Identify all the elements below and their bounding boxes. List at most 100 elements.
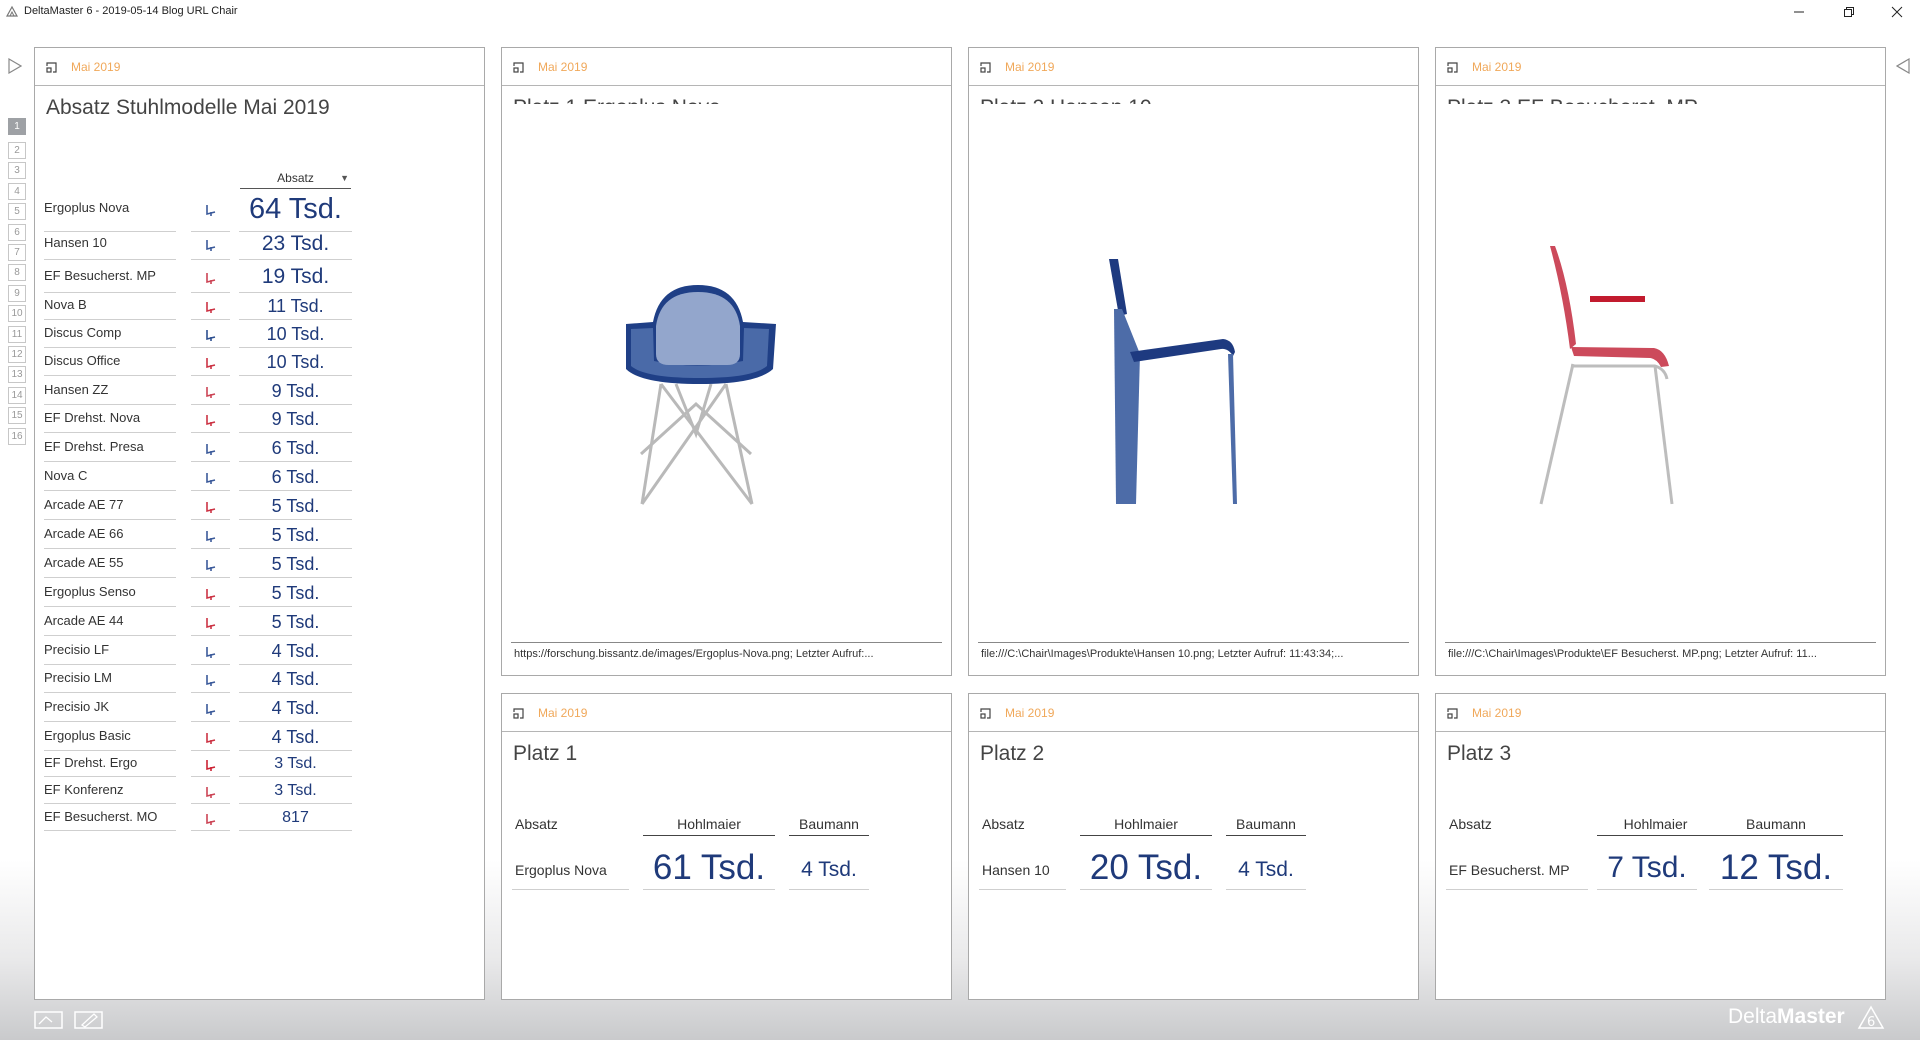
page-tab-10[interactable]: 10	[8, 305, 26, 323]
column-header-hohlmaier[interactable]: Hohlmaier	[1597, 816, 1714, 836]
product-name: Arcade AE 77	[44, 494, 176, 520]
expand-right-arrow-icon[interactable]	[1896, 58, 1910, 74]
hohlmaier-value: 20 Tsd.	[1080, 848, 1212, 890]
product-name: Hansen ZZ	[44, 379, 176, 405]
product-name: Ergoplus Nova	[44, 188, 176, 232]
absatz-value: 10 Tsd.	[239, 350, 352, 376]
expand-view-icon[interactable]	[513, 62, 524, 73]
absatz-value: 3 Tsd.	[239, 753, 352, 777]
page-tab-11[interactable]: 11	[8, 325, 26, 343]
panel-header: Mai 2019	[1436, 694, 1885, 732]
panel-title: Platz 1	[513, 742, 578, 765]
restore-button[interactable]	[1826, 0, 1872, 24]
absatz-value: 3 Tsd.	[239, 780, 352, 804]
product-name: Precisio LF	[44, 639, 176, 665]
page-tab-12[interactable]: 12	[8, 346, 26, 363]
chair-thumbnail-icon	[191, 322, 230, 348]
product-name: EF Besucherst. MP	[1446, 856, 1588, 890]
chair-thumbnail-icon	[191, 610, 230, 636]
product-name: Arcade AE 66	[44, 523, 176, 549]
minimize-button[interactable]	[1776, 0, 1822, 24]
page-tab-15[interactable]: 15	[8, 407, 26, 425]
page-tab-6[interactable]: 6	[8, 223, 26, 241]
column-header-baumann[interactable]: Baumann	[1709, 816, 1843, 836]
expand-view-icon[interactable]	[46, 62, 57, 73]
panel-title: Absatz Stuhlmodelle Mai 2019	[46, 96, 330, 119]
page-tab-2[interactable]: 2	[8, 142, 26, 159]
expand-view-icon[interactable]	[980, 62, 991, 73]
absatz-value: 4 Tsd.	[239, 667, 352, 693]
chair-thumbnail-icon	[191, 639, 230, 665]
expand-view-icon[interactable]	[1447, 708, 1458, 719]
expand-view-icon[interactable]	[513, 708, 524, 719]
chair-thumbnail-icon	[191, 523, 230, 549]
page-tab-13[interactable]: 13	[8, 366, 26, 384]
place-2-compare-panel: Mai 2019 Platz 2 Absatz Hohlmaier Bauman…	[968, 693, 1419, 1000]
period-label: Mai 2019	[71, 60, 121, 74]
absatz-value: 9 Tsd.	[239, 379, 352, 405]
deltamaster-brand: DeltaMaster	[1728, 1005, 1845, 1029]
product-name: EF Drehst. Ergo	[44, 753, 176, 777]
absatz-value: 817	[239, 807, 352, 831]
hohlmaier-value: 7 Tsd.	[1597, 848, 1697, 890]
page-tab-1[interactable]: 1	[8, 118, 26, 135]
absatz-value: 6 Tsd.	[239, 436, 352, 462]
panel-title: Platz 2	[980, 742, 1045, 765]
column-header-baumann[interactable]: Baumann	[789, 816, 869, 836]
presentation-icon[interactable]	[34, 1010, 64, 1030]
page-tab-7[interactable]: 7	[8, 244, 26, 261]
expand-view-icon[interactable]	[1447, 62, 1458, 73]
column-header-hohlmaier[interactable]: Hohlmaier	[643, 816, 775, 836]
svg-text:6: 6	[1867, 1015, 1875, 1030]
app-logo-icon	[6, 5, 18, 17]
product-name: Arcade AE 55	[44, 552, 176, 578]
chair-thumbnail-icon	[191, 263, 230, 293]
product-name: EF Drehst. Nova	[44, 407, 176, 433]
page-tab-4[interactable]: 4	[8, 182, 26, 200]
chair-thumbnail-icon	[191, 350, 230, 376]
place-1-compare-panel: Mai 2019 Platz 1 Absatz Hohlmaier Bauman…	[501, 693, 952, 1000]
baumann-value: 12 Tsd.	[1709, 848, 1843, 890]
product-name: EF Besucherst. MP	[44, 263, 176, 293]
absatz-value: 4 Tsd.	[239, 696, 352, 722]
product-name: Precisio LM	[44, 667, 176, 693]
column-header-absatz[interactable]: Absatz ▼	[240, 170, 351, 189]
period-label: Mai 2019	[1472, 706, 1522, 720]
period-label: Mai 2019	[1005, 60, 1055, 74]
column-header-baumann[interactable]: Baumann	[1226, 816, 1306, 836]
chair-thumbnail-icon	[191, 696, 230, 722]
chair-thumbnail-icon	[191, 725, 230, 751]
chair-thumbnail-icon	[191, 436, 230, 462]
product-name: Ergoplus Senso	[44, 581, 176, 607]
page-tab-8[interactable]: 8	[8, 264, 26, 282]
image-url-bar: file:///C:\Chair\Images\Produkte\EF Besu…	[1445, 642, 1876, 665]
close-button[interactable]	[1874, 0, 1920, 24]
brand-text-light: Delta	[1728, 1005, 1778, 1028]
hohlmaier-value: 61 Tsd.	[643, 848, 775, 890]
absatz-value: 10 Tsd.	[239, 322, 352, 348]
sort-down-icon[interactable]: ▼	[340, 170, 349, 187]
chair-image-ergoplus-nova	[511, 104, 942, 648]
measure-label: Absatz	[982, 816, 1025, 832]
absatz-value: 64 Tsd.	[239, 188, 352, 232]
absatz-value: 5 Tsd.	[239, 523, 352, 549]
page-tab-9[interactable]: 9	[8, 284, 26, 302]
page-tab-5[interactable]: 5	[8, 203, 26, 221]
page-tab-3[interactable]: 3	[8, 162, 26, 180]
column-header-hohlmaier[interactable]: Hohlmaier	[1080, 816, 1212, 836]
panel-header: Mai 2019	[502, 694, 951, 732]
page-tab-14[interactable]: 14	[8, 386, 26, 404]
close-icon	[1891, 6, 1903, 18]
chair-thumbnail-icon	[191, 230, 230, 260]
minimize-icon	[1794, 11, 1804, 13]
edit-icon[interactable]	[74, 1010, 104, 1030]
absatz-value: 5 Tsd.	[239, 610, 352, 636]
brand-text-bold: Master	[1777, 1005, 1845, 1028]
title-bar: DeltaMaster 6 - 2019-05-14 Blog URL Chai…	[0, 0, 1920, 24]
period-label: Mai 2019	[538, 706, 588, 720]
chair-thumbnail-icon	[191, 581, 230, 607]
expand-left-arrow-icon[interactable]	[8, 58, 22, 74]
expand-view-icon[interactable]	[980, 708, 991, 719]
page-tab-16[interactable]: 16	[8, 427, 26, 445]
place-3-panel: Mai 2019 Platz 3 EF Besucherst. MP file:…	[1435, 47, 1886, 676]
